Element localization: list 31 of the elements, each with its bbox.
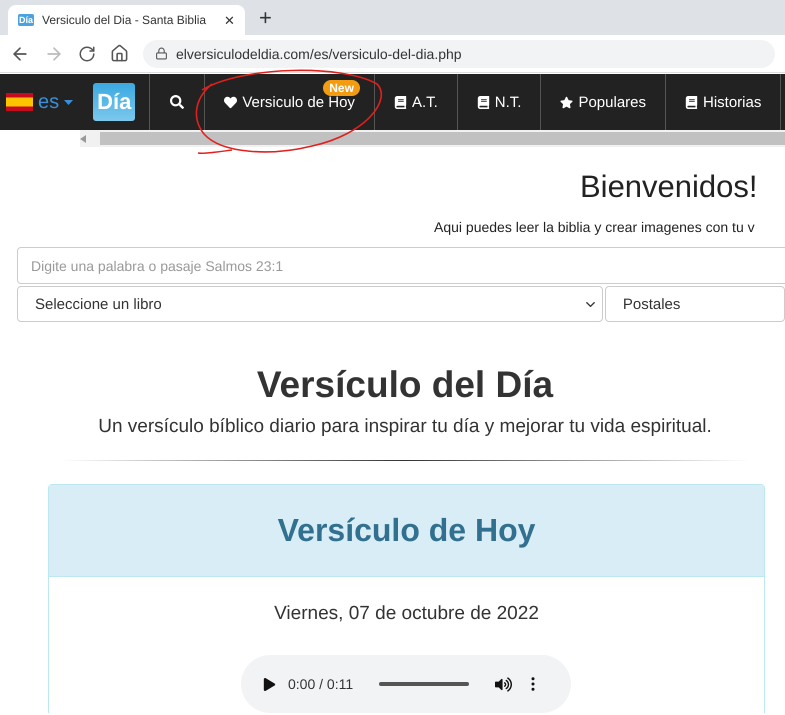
tab-title: Versiculo del Dia - Santa Biblia <box>42 13 208 27</box>
book-icon <box>394 96 407 108</box>
home-icon[interactable] <box>110 44 129 63</box>
volume-icon[interactable] <box>495 676 512 692</box>
page-heading: Versículo del Día <box>256 364 554 406</box>
caret-icon <box>64 100 74 104</box>
play-icon[interactable] <box>263 678 276 690</box>
star-icon <box>560 96 574 108</box>
flag-icon <box>6 93 33 111</box>
welcome-title: Bienvenidos! <box>580 169 759 205</box>
search-icon <box>170 95 184 109</box>
language-selector[interactable]: es <box>0 74 80 130</box>
url-text: elversiculodeldia.com/es/versiculo-del-dia.php <box>176 46 462 62</box>
browser-tab[interactable]: Día Versiculo del Dia - Santa Biblia ✕ <box>8 5 245 35</box>
book-icon <box>685 96 698 108</box>
welcome-subtitle: Aqui puedes leer la biblia y crear imagenes con tu v <box>434 219 756 235</box>
verse-date: Viernes, 07 de octubre de 2022 <box>273 603 540 625</box>
book-icon <box>476 96 490 108</box>
close-icon[interactable]: ✕ <box>224 12 235 28</box>
new-badge: New <box>323 80 360 96</box>
favicon-icon: Día <box>18 14 34 26</box>
book-select[interactable]: Seleccione un libro <box>17 286 603 322</box>
heart-icon <box>224 96 238 108</box>
reload-icon[interactable] <box>78 44 96 62</box>
tagline: Un versículo bíblico diario para inspirar tu día y mejorar tu vida espiritual. <box>97 416 713 438</box>
category-select[interactable]: Postales <box>604 286 785 322</box>
lock-icon <box>155 47 168 60</box>
address-bar[interactable]: elversiculodeldia.com/es/versiculo-del-dia.php <box>143 40 775 68</box>
audio-time: 0:00 / 0:11 <box>288 676 354 692</box>
card-title: Versículo de Hoy <box>278 512 536 549</box>
new-tab-button[interactable]: + <box>259 5 272 31</box>
